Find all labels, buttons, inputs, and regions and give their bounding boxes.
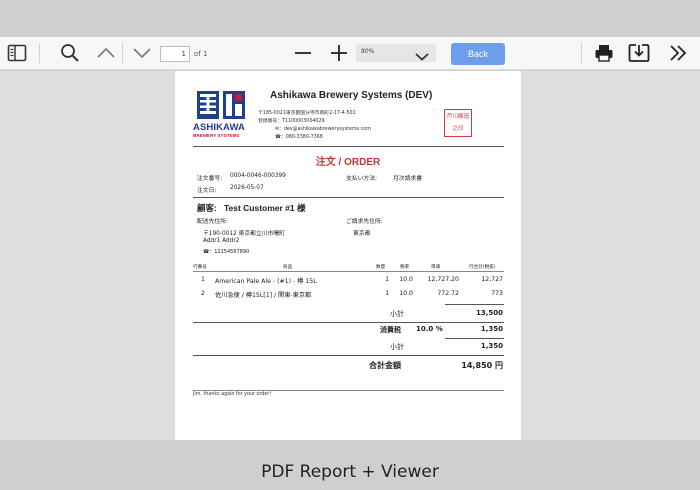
- chevron-down-icon[interactable]: [130, 41, 154, 65]
- table-header-divider: [193, 271, 504, 272]
- caption: PDF Report + Viewer: [261, 462, 439, 482]
- shipping-address-line: 〒190-0012 東京都立川市曙町: [203, 231, 285, 237]
- line-number: 2: [201, 290, 205, 297]
- customer-heading: 顧客: Test Customer #1 様: [197, 202, 306, 214]
- company-logo: ASHIKAWA BREWERY SYSTEMS: [193, 89, 249, 139]
- back-button[interactable]: Back: [451, 43, 505, 65]
- line-quantity: 1: [385, 276, 389, 283]
- sidebar-icon[interactable]: [6, 41, 28, 65]
- divider: [193, 146, 504, 147]
- registration-number: 登録番号：T1100003004029: [258, 119, 325, 124]
- order-date: 2026-05-07: [230, 185, 264, 191]
- chevron-up-icon[interactable]: [94, 41, 118, 65]
- line-quantity: 1: [385, 290, 389, 297]
- toolbar-divider: [39, 43, 40, 63]
- payment-method: 月次請求書: [393, 176, 422, 182]
- tax-label: 消費税: [380, 326, 401, 334]
- divider: [193, 355, 504, 356]
- line-item: American Pale Ale - (#1) - 樽 15L: [215, 278, 317, 285]
- grand-total-label: 合計金額: [369, 361, 401, 370]
- logo-mark-icon: [195, 89, 247, 121]
- column-header: 商品: [283, 265, 293, 270]
- print-icon[interactable]: [592, 41, 616, 65]
- page-count-label: of 1: [194, 50, 208, 58]
- search-icon[interactable]: [58, 41, 82, 65]
- column-header: 数量: [376, 265, 386, 270]
- order-number-label: 注文番号:: [197, 176, 223, 182]
- customer-name: Test Customer #1 様: [223, 203, 306, 213]
- shipping-address-label: 配送先住所:: [197, 219, 228, 225]
- tax-amount: 1,350: [480, 325, 503, 333]
- page-number-input[interactable]: 1: [160, 46, 190, 62]
- pdf-page: ASHIKAWA BREWERY SYSTEMS Ashikawa Brewer…: [175, 71, 521, 440]
- footer-note: Jim, thanks again for your order!: [193, 392, 272, 397]
- shipping-phone: ☎：12154567890: [203, 249, 250, 255]
- column-header: 税率: [400, 265, 410, 270]
- pdf-toolbar: 1 of 1: [0, 37, 700, 70]
- zoom-select[interactable]: 80%: [356, 44, 436, 62]
- billing-address-label: ご請求先住所:: [346, 219, 383, 225]
- company-phone: ☎：080-3380-7368: [275, 135, 323, 140]
- toolbar-divider: [581, 43, 582, 63]
- tax-rate: 10.0 %: [416, 325, 443, 333]
- billing-address: 東京都: [353, 231, 371, 237]
- order-date-label: 注文日:: [197, 188, 217, 194]
- column-header: 行番号: [193, 265, 207, 270]
- download-icon[interactable]: [626, 41, 652, 65]
- tax-subtotal-amount: 1,350: [480, 342, 503, 350]
- company-name: Ashikawa Brewery Systems (DEV): [270, 90, 433, 101]
- order-number: 0004-0046-000399: [230, 173, 286, 179]
- grand-total-amount: 14,850 円: [461, 361, 503, 370]
- payment-method-label: 支払い方法:: [346, 176, 377, 182]
- line-unit-price: 772.72: [437, 290, 459, 297]
- line-tax-rate: 10.0: [399, 290, 413, 297]
- document-title: 注文 / ORDER: [315, 157, 381, 168]
- divider: [445, 338, 504, 339]
- subtotal-label: 小計: [390, 310, 404, 318]
- column-header: 行合計(税抜): [469, 265, 496, 270]
- zoom-in-icon[interactable]: [328, 41, 350, 65]
- customer-label: 顧客:: [197, 203, 217, 213]
- divider: [193, 390, 504, 391]
- column-header: 単価: [431, 265, 441, 270]
- logo-wordmark: ASHIKAWA: [193, 122, 245, 133]
- line-total: 773: [491, 290, 503, 297]
- line-item: 佐川急便 / 樽15L[1] / 関東-東京都: [215, 292, 312, 299]
- line-unit-price: 12,727.20: [427, 276, 460, 283]
- divider: [193, 197, 504, 198]
- tax-subtotal-label: 小計: [390, 343, 404, 351]
- company-address: 〒185-0021東京都国分寺市南町2-17-4-502: [258, 111, 356, 116]
- line-number: 1: [201, 276, 205, 283]
- logo-subtitle: BREWERY SYSTEMS: [193, 133, 240, 138]
- zoom-out-icon[interactable]: [292, 41, 314, 65]
- chevron-down-icon: [414, 47, 430, 66]
- line-tax-rate: 10.0: [399, 276, 413, 283]
- zoom-value: 80%: [361, 48, 375, 55]
- shipping-address-line: Addr1 Addr2: [203, 238, 240, 244]
- subtotal-amount: 13,500: [475, 309, 503, 317]
- divider: [193, 322, 504, 323]
- company-seal-stamp: 芦川醸造之印: [444, 109, 472, 137]
- more-icon[interactable]: [666, 41, 690, 65]
- company-email: ✉：dev@ashikawabrewerysystems.com: [275, 127, 371, 132]
- line-total: 12,727: [481, 276, 503, 283]
- divider: [445, 304, 504, 305]
- toolbar-divider: [122, 43, 123, 63]
